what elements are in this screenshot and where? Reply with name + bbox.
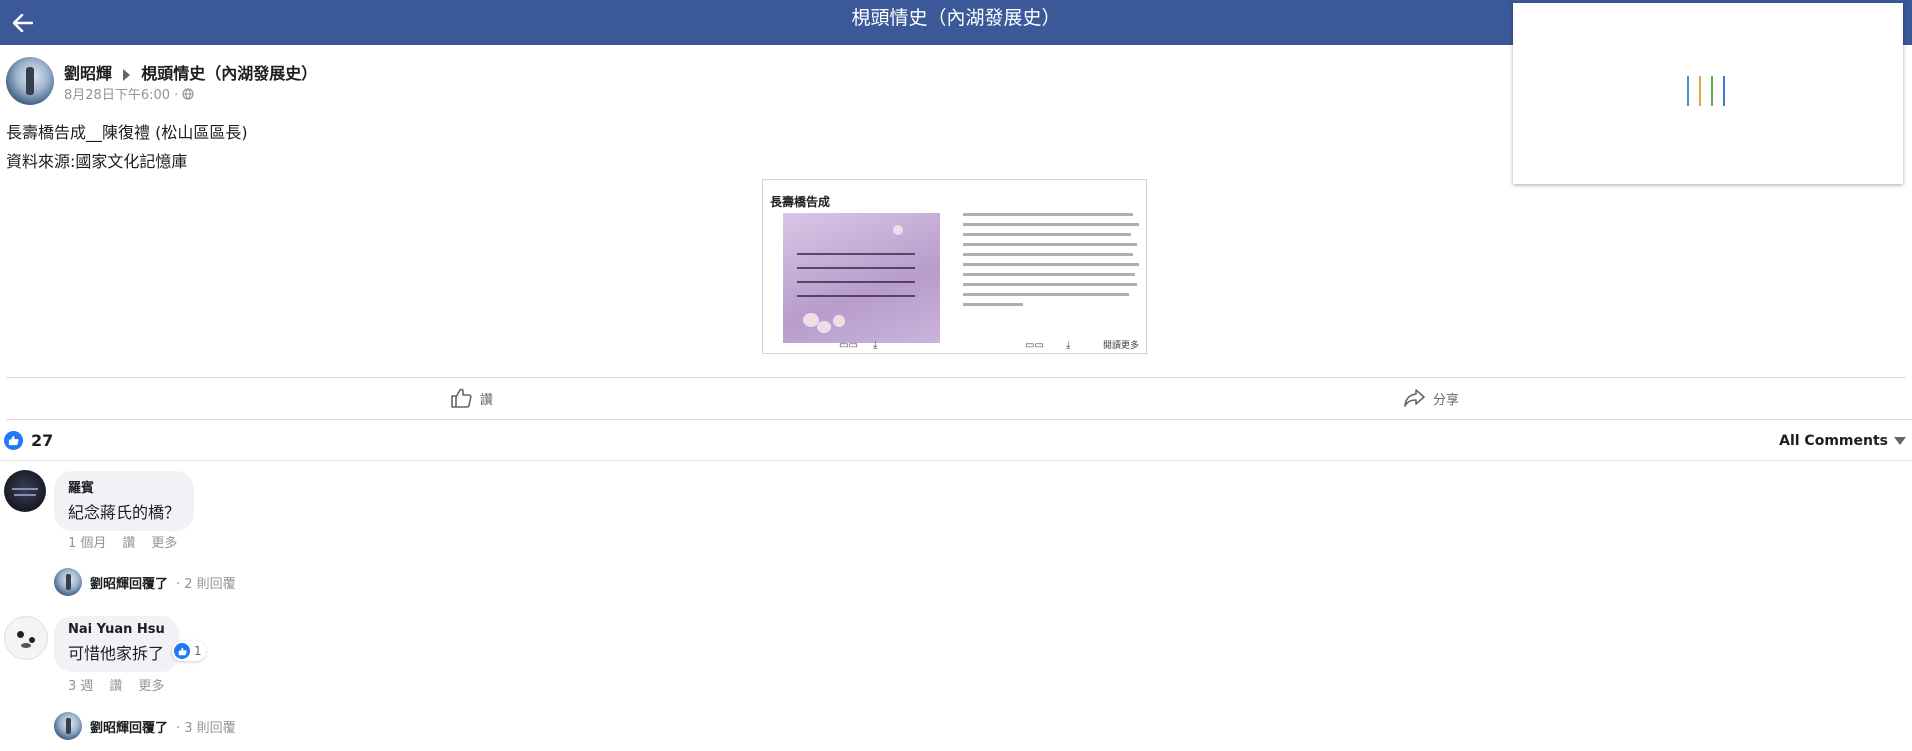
comment-more-button[interactable]: 更多: [151, 532, 177, 551]
like-reaction-icon: [174, 643, 190, 659]
download-icon[interactable]: ⤓: [873, 340, 877, 351]
post-attachment[interactable]: 長壽橋告成 ▭▭ ⤓ ▭▭ ⤓ 閱讀更多: [762, 179, 1147, 354]
commenter-avatar[interactable]: [4, 616, 48, 660]
divider: [0, 460, 1912, 461]
author-avatar[interactable]: [6, 57, 54, 105]
comment-bubble: 羅賓 紀念蔣氏的橋？: [54, 471, 195, 531]
reply-author-avatar: [54, 568, 82, 596]
meta-separator: ·: [174, 88, 179, 103]
comment-reaction-badge[interactable]: 1: [172, 641, 206, 661]
commenter-avatar[interactable]: [4, 470, 46, 512]
divider: [6, 419, 1912, 420]
like-button[interactable]: 讚: [450, 387, 493, 409]
attachment-title: 長壽橋告成: [770, 195, 831, 209]
download-icon-2[interactable]: ⤓: [1066, 340, 1070, 351]
post-timestamp[interactable]: 8月28日下午6:00: [64, 88, 170, 103]
post-header: 劉昭輝 梘頭情史（內湖發展史）: [64, 60, 317, 84]
reply-count[interactable]: · 3 則回覆: [176, 717, 236, 736]
group-name[interactable]: 梘頭情史（內湖發展史）: [141, 64, 317, 83]
comment-actions: 3 週 讚 更多: [68, 675, 164, 694]
globe-icon: [182, 88, 195, 100]
comment-more-button[interactable]: 更多: [138, 675, 164, 694]
comment-time[interactable]: 3 週: [68, 675, 93, 694]
replies-link[interactable]: 劉昭輝回覆了 · 3 則回覆: [54, 712, 236, 740]
reply-author[interactable]: 劉昭輝回覆了: [90, 717, 168, 736]
loading-popup: [1513, 3, 1903, 184]
post-text-line-1: 長壽橋告成__陳復禮 (松山區區長): [6, 123, 248, 142]
caret-down-icon: [1894, 437, 1906, 445]
like-reaction-icon: [4, 431, 23, 450]
loading-spinner-icon: [1687, 76, 1735, 108]
reply-count[interactable]: · 2 則回覆: [176, 573, 236, 592]
reactions-summary[interactable]: 27: [4, 431, 53, 450]
comment-like-button[interactable]: 讚: [109, 675, 122, 694]
commenter-name[interactable]: Nai Yuan Hsu: [68, 622, 165, 637]
comments-filter-dropdown[interactable]: All Comments: [1779, 433, 1906, 449]
attachment-image[interactable]: [783, 213, 940, 343]
comments-filter-label: All Comments: [1779, 433, 1888, 449]
commenter-name[interactable]: 羅賓: [68, 477, 180, 496]
post-meta: 8月28日下午6:00 ·: [64, 84, 195, 103]
comment-like-button[interactable]: 讚: [122, 532, 135, 551]
cc-license-icon: ▭▭: [839, 340, 858, 351]
author-name[interactable]: 劉昭輝: [64, 64, 112, 83]
arrow-right-icon: [123, 68, 131, 81]
share-label: 分享: [1433, 392, 1460, 408]
read-more-link[interactable]: 閱讀更多: [1103, 338, 1139, 351]
comment-bubble: Nai Yuan Hsu 可惜他家拆了: [54, 616, 179, 672]
like-label: 讚: [480, 392, 494, 408]
divider: [6, 377, 1906, 378]
comment-actions: 1 個月 讚 更多: [68, 532, 177, 551]
comment-text: 紀念蔣氏的橋？: [68, 503, 181, 522]
reply-author[interactable]: 劉昭輝回覆了: [90, 573, 168, 592]
reply-author-avatar: [54, 712, 82, 740]
reaction-count: 27: [31, 431, 54, 450]
comment-text: 可惜他家拆了: [68, 644, 165, 663]
share-button[interactable]: 分享: [1403, 387, 1459, 409]
replies-link[interactable]: 劉昭輝回覆了 · 2 則回覆: [54, 568, 236, 596]
comment-time[interactable]: 1 個月: [68, 532, 106, 551]
thumbs-up-icon: [451, 388, 472, 408]
post-text-line-2: 資料來源:國家文化記憶庫: [6, 152, 188, 171]
attachment-text-block: [963, 213, 1139, 313]
comment-reaction-count: 1: [194, 644, 202, 658]
cc-license-icon-2: ▭▭: [1025, 340, 1044, 351]
share-icon: [1404, 389, 1425, 407]
